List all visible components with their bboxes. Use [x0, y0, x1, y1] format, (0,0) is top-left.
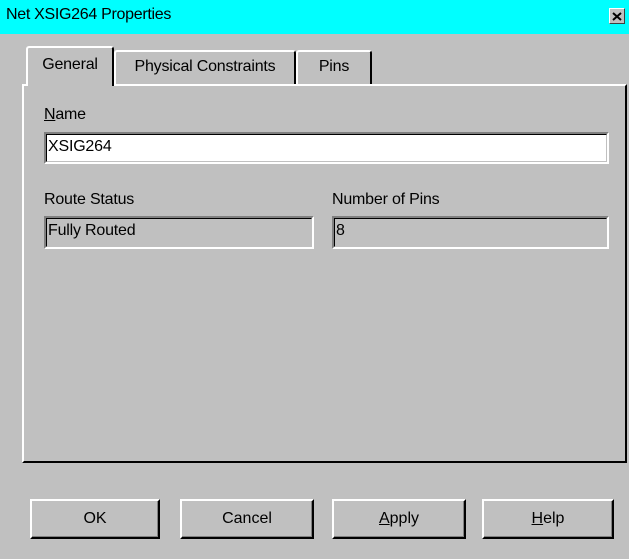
tab-physical-constraints-label: Physical Constraints	[134, 58, 276, 75]
name-value: XSIG264	[48, 138, 112, 155]
name-input[interactable]: XSIG264	[44, 132, 609, 164]
general-tab-panel: Name XSIG264 Route Status Fully Routed N…	[22, 84, 627, 463]
help-button-label: elp	[543, 510, 565, 527]
help-mnemonic: H	[531, 510, 544, 527]
route-status-field: Fully Routed	[44, 216, 314, 249]
route-status-value: Fully Routed	[48, 222, 136, 239]
ok-button-label: OK	[83, 510, 107, 527]
number-of-pins-field: 8	[332, 216, 609, 249]
apply-button[interactable]: Apply	[332, 499, 466, 539]
number-of-pins-value: 8	[336, 222, 345, 239]
tab-general[interactable]: General	[26, 46, 114, 86]
close-button[interactable]	[609, 8, 625, 24]
cancel-button[interactable]: Cancel	[180, 499, 314, 539]
number-of-pins-label: Number of Pins	[332, 191, 440, 208]
tab-physical-constraints[interactable]: Physical Constraints	[114, 50, 296, 85]
tab-pins-label: Pins	[318, 58, 350, 75]
apply-button-label: pply	[389, 510, 420, 527]
ok-button[interactable]: OK	[30, 499, 160, 539]
close-icon	[612, 11, 622, 21]
name-label: Name	[44, 106, 86, 123]
cancel-button-label: Cancel	[222, 510, 272, 527]
help-button[interactable]: Help	[482, 499, 614, 539]
title-bar[interactable]: Net XSIG264 Properties	[0, 0, 629, 34]
window-title: Net XSIG264 Properties	[6, 6, 172, 23]
apply-mnemonic: A	[378, 510, 390, 527]
route-status-label: Route Status	[44, 191, 135, 208]
properties-dialog: Net XSIG264 Properties General Physical …	[0, 0, 629, 559]
tab-pins[interactable]: Pins	[296, 50, 372, 85]
tab-general-label: General	[42, 56, 98, 73]
